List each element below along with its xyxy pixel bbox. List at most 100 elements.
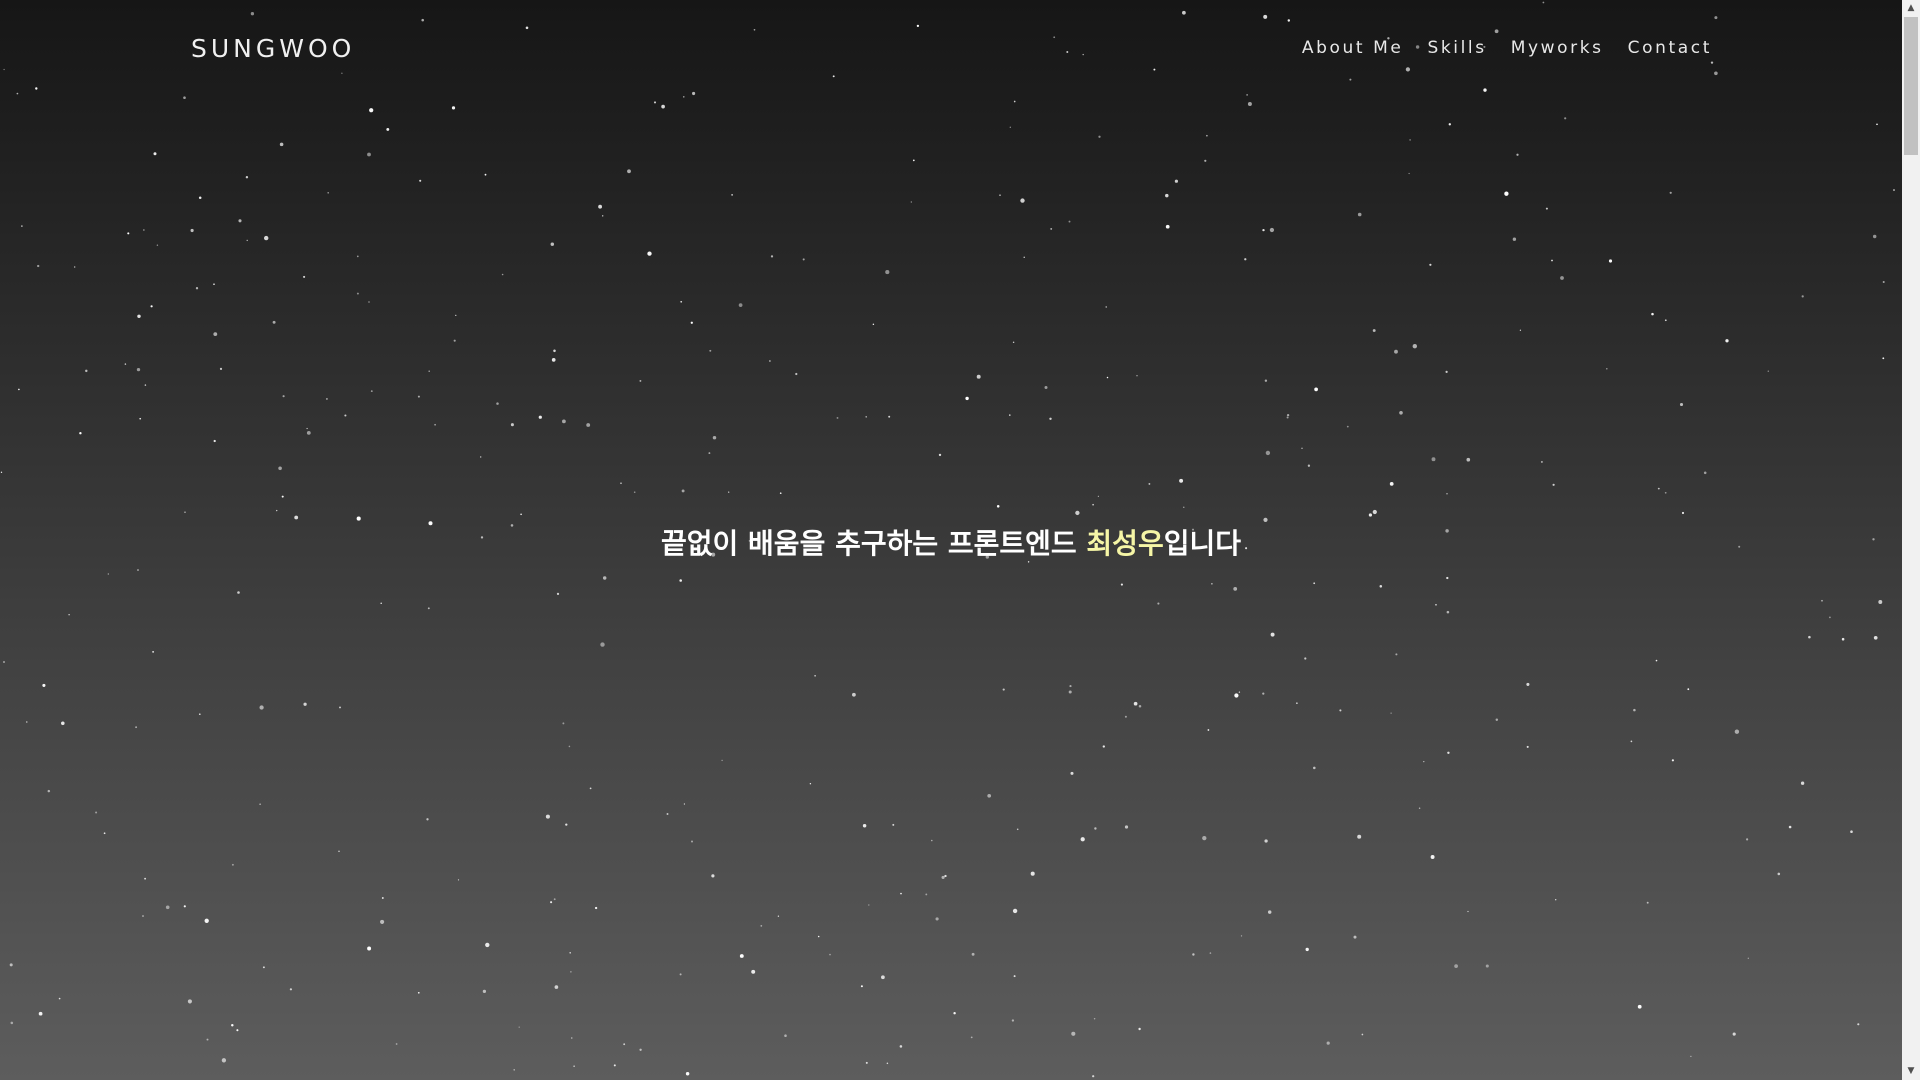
star	[1165, 193, 1169, 198]
star	[1204, 159, 1207, 162]
scrollbar-thumb[interactable]	[1904, 17, 1918, 155]
star	[881, 975, 885, 980]
star	[814, 674, 816, 677]
star	[1669, 191, 1672, 194]
star	[1633, 708, 1636, 712]
star	[303, 275, 306, 278]
star	[1206, 134, 1208, 137]
star	[1655, 659, 1658, 662]
star	[294, 515, 299, 520]
star	[213, 283, 215, 286]
star	[1133, 701, 1138, 706]
star	[1207, 729, 1210, 731]
star	[338, 850, 340, 853]
star	[809, 783, 812, 785]
star	[550, 901, 553, 904]
star	[976, 374, 981, 379]
star	[1454, 964, 1458, 968]
star	[135, 726, 138, 729]
star	[602, 576, 607, 580]
star	[1445, 370, 1448, 374]
star	[1011, 1019, 1015, 1022]
star	[238, 219, 242, 223]
star	[245, 176, 249, 179]
star	[195, 287, 199, 290]
star	[1679, 402, 1684, 407]
star	[282, 395, 285, 398]
star	[419, 179, 422, 182]
star	[144, 384, 147, 386]
nav-link-skills[interactable]: Skills	[1427, 38, 1486, 58]
star	[1671, 759, 1674, 762]
star	[137, 569, 139, 571]
star	[562, 722, 565, 725]
star	[1211, 583, 1213, 585]
star	[42, 683, 46, 687]
star	[829, 953, 831, 956]
star	[1872, 234, 1877, 239]
star	[1120, 583, 1123, 586]
star	[1664, 319, 1667, 322]
star	[738, 303, 743, 307]
star	[760, 925, 763, 927]
star	[953, 1011, 956, 1015]
star	[1828, 616, 1831, 619]
star	[633, 491, 636, 493]
star	[1068, 220, 1071, 223]
star	[1075, 510, 1080, 516]
star	[709, 349, 712, 352]
star	[183, 905, 186, 908]
star	[885, 270, 890, 275]
star	[1637, 1004, 1642, 1009]
star	[965, 396, 969, 401]
vertical-scrollbar[interactable]: ▲ ▼	[1902, 0, 1920, 1080]
star	[61, 721, 65, 726]
star	[1651, 312, 1654, 316]
star	[690, 321, 693, 324]
star	[152, 650, 155, 653]
star	[784, 1034, 787, 1037]
star	[47, 789, 51, 793]
star	[367, 152, 371, 157]
arrow-up-icon[interactable]: ▲	[1902, 0, 1920, 17]
star	[1313, 582, 1316, 585]
nav-link-myworks[interactable]: Myworks	[1511, 38, 1604, 58]
star	[1800, 781, 1805, 785]
star	[1725, 339, 1729, 343]
star	[18, 388, 20, 391]
star	[262, 966, 265, 969]
star	[38, 1011, 43, 1016]
star	[231, 863, 234, 866]
star	[971, 952, 975, 956]
star	[306, 427, 308, 430]
arrow-down-icon[interactable]: ▼	[1902, 1063, 1920, 1080]
star	[1270, 632, 1275, 637]
star	[1097, 495, 1099, 497]
star	[1467, 910, 1469, 913]
nav-link-about-me[interactable]: About Me	[1302, 38, 1404, 58]
star	[1069, 685, 1072, 688]
star	[685, 1071, 690, 1076]
star	[246, 239, 248, 242]
hero-section: SUNGWOO About Me Skills Myworks Contact …	[0, 0, 1902, 1080]
star	[987, 793, 992, 798]
star	[1873, 635, 1878, 640]
star	[1788, 825, 1792, 829]
star	[1044, 386, 1048, 389]
star	[1732, 1032, 1736, 1036]
star	[1307, 464, 1311, 467]
star	[1746, 838, 1749, 841]
star	[21, 225, 23, 227]
star	[1313, 766, 1316, 770]
star	[1379, 585, 1383, 588]
star	[935, 917, 939, 921]
star	[236, 1029, 239, 1032]
star	[1526, 745, 1529, 748]
logo-link[interactable]: SUNGWOO	[191, 34, 355, 63]
star	[1124, 825, 1129, 829]
star	[1269, 227, 1275, 233]
star	[553, 349, 556, 353]
star	[1399, 411, 1403, 415]
nav-link-contact[interactable]: Contact	[1628, 38, 1712, 58]
star	[931, 839, 933, 842]
